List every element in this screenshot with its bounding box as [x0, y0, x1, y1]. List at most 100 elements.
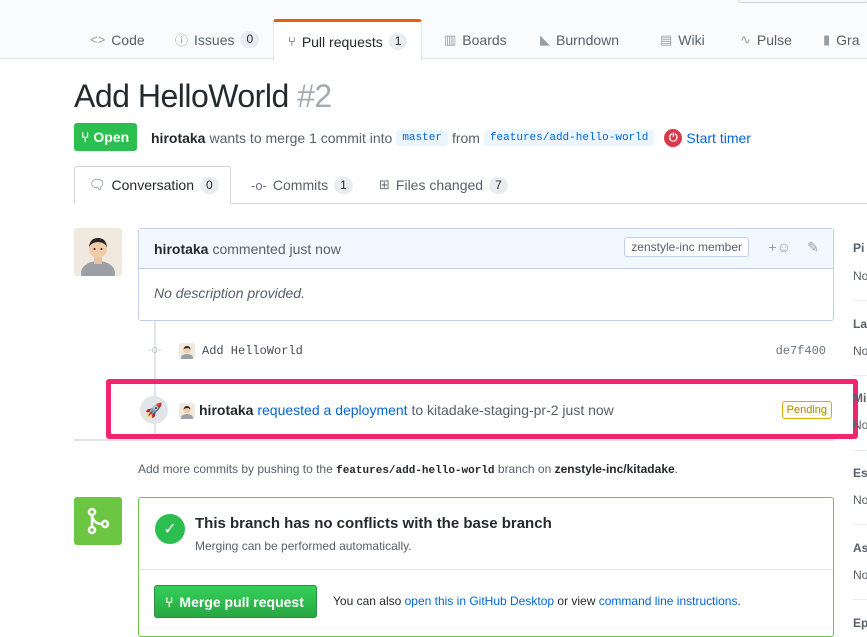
power-icon: ⏻	[664, 129, 683, 147]
boards-icon: ▥	[444, 31, 457, 47]
wiki-icon: ▤	[660, 31, 673, 47]
sidebar-heading[interactable]: La	[853, 317, 867, 331]
tab-burndown[interactable]: ◣ Burndown	[526, 19, 633, 60]
sidebar-divider	[853, 375, 867, 376]
repo-nav: <> Code ⓘ Issues 0 ⑂ Pull requests 1 ▥ B…	[0, 0, 867, 61]
commit-row: -o- Add HelloWorld de7f400	[146, 341, 836, 361]
merge-heading: This branch has no conflicts with the ba…	[195, 515, 552, 532]
tab-files-changed[interactable]: ⊞ Files changed 7	[365, 166, 522, 204]
tab-files-changed-label: Files changed	[395, 177, 484, 193]
tab-conversation-label: Conversation	[111, 177, 195, 193]
sidebar-divider	[853, 599, 867, 600]
tab-code[interactable]: <> Code	[76, 19, 159, 60]
tab-wiki-label: Wiki	[678, 31, 705, 48]
hint-repo: zenstyle-inc/kitadake	[554, 462, 675, 476]
merge-subtext: Merging can be performed automatically.	[195, 539, 412, 553]
tab-pull-requests-label: Pull requests	[301, 33, 383, 50]
add-more-commits-hint: Add more commits by pushing to the featu…	[138, 462, 678, 477]
merge-status-icon	[74, 497, 122, 545]
pr-number: #2	[297, 78, 332, 114]
check-icon: ✓	[155, 514, 185, 544]
commit-avatar-image	[179, 343, 195, 359]
pr-author[interactable]: hirotaka	[151, 130, 205, 146]
sidebar-heading[interactable]: Pi	[853, 241, 864, 255]
pull-request-icon: ⑂	[288, 34, 296, 49]
commit-avatar[interactable]	[179, 343, 195, 359]
sidebar-value: No	[853, 568, 867, 582]
sidebar-value: No	[853, 493, 867, 507]
tab-issues[interactable]: ⓘ Issues 0	[161, 19, 273, 60]
sidebar-heading[interactable]: Es	[853, 466, 867, 480]
sidebar-heading[interactable]: As	[853, 541, 867, 555]
hint-prefix: Add more commits by pushing to the	[138, 462, 333, 476]
graph-icon: ▮	[823, 31, 831, 47]
also-middle: or view	[557, 594, 596, 608]
also-suffix: .	[737, 594, 741, 608]
tab-conversation[interactable]: 🗨 Conversation 0	[74, 166, 231, 204]
head-branch[interactable]: features/add-hello-world	[483, 130, 655, 146]
tab-code-label: Code	[111, 31, 145, 48]
hint-middle: branch on	[497, 462, 552, 476]
tab-graphs-label: Gra	[836, 31, 860, 48]
highlight-box	[106, 379, 858, 439]
conversation-icon: 🗨	[89, 177, 106, 192]
start-timer-label: Start timer	[686, 130, 751, 146]
pull-requests-count: 1	[388, 33, 408, 50]
issues-count: 0	[240, 31, 260, 48]
git-merge-icon: ⑂	[165, 593, 174, 610]
start-timer-button[interactable]: ⏻ Start timer	[664, 129, 751, 147]
git-merge-icon	[87, 507, 110, 535]
open-desktop-link[interactable]: open this in GitHub Desktop	[405, 594, 554, 608]
timeline-divider	[74, 439, 834, 441]
comment-header: hirotaka commented just now zenstyle-inc…	[139, 229, 833, 269]
tab-graphs[interactable]: ▮ Gra	[809, 19, 867, 60]
header-button[interactable]	[738, 0, 867, 3]
pr-merge-text: wants to merge 1 commit into	[209, 130, 393, 146]
merge-box: ✓ This branch has no conflicts with the …	[138, 497, 834, 637]
sidebar-heading[interactable]: Ep	[853, 616, 867, 630]
tab-boards-label: Boards	[462, 31, 507, 48]
tab-pulse-label: Pulse	[756, 31, 792, 48]
sidebar-value: No	[853, 344, 867, 358]
hint-suffix: .	[674, 462, 679, 476]
merge-alternatives: You can also open this in GitHub Desktop…	[333, 594, 741, 608]
tab-wiki[interactable]: ▤ Wiki	[646, 19, 719, 60]
comment-action: commented just now	[212, 240, 341, 257]
avatar-image	[74, 228, 122, 276]
commit-sha[interactable]: de7f400	[776, 344, 826, 358]
tab-commits-label: Commits	[272, 177, 329, 193]
tab-pull-requests[interactable]: ⑂ Pull requests 1	[273, 19, 423, 61]
comment-author[interactable]: hirotaka	[154, 241, 208, 257]
member-badge: zenstyle-inc member	[624, 237, 749, 257]
command-line-link[interactable]: command line instructions	[599, 594, 738, 608]
also-prefix: You can also	[333, 594, 402, 608]
discussion-sidebar: Pi No La No Mi No Es No As No Ep	[853, 228, 867, 637]
code-icon: <>	[90, 32, 106, 47]
add-reaction-icon[interactable]: +☺	[769, 239, 791, 255]
files-changed-count: 7	[489, 176, 508, 194]
comment-box: hirotaka commented just now zenstyle-inc…	[138, 228, 834, 321]
commit-icon: -o-	[251, 177, 267, 193]
pencil-icon[interactable]: ✎	[807, 239, 819, 256]
tab-boards[interactable]: ▥ Boards	[430, 19, 521, 60]
pr-state-label: Open	[93, 129, 130, 145]
sidebar-divider	[853, 524, 867, 525]
pr-title-text: Add HelloWorld	[74, 78, 289, 114]
avatar[interactable]	[74, 228, 122, 276]
tab-commits[interactable]: -o- Commits 1	[237, 166, 367, 204]
tab-pulse[interactable]: ∿ Pulse	[726, 19, 806, 60]
merge-status: ✓ This branch has no conflicts with the …	[139, 498, 833, 570]
sidebar-heading[interactable]: Mi	[853, 391, 866, 405]
pr-state-badge: ⑂ Open	[74, 123, 138, 151]
sidebar-value: No	[853, 269, 867, 283]
pulse-icon: ∿	[740, 31, 751, 47]
base-branch[interactable]: master	[396, 130, 448, 146]
commit-icon: -o-	[148, 344, 162, 356]
pr-title: Add HelloWorld #2	[74, 78, 332, 115]
sidebar-divider	[853, 300, 867, 301]
sidebar-divider	[853, 450, 867, 451]
merge-pull-request-button[interactable]: ⑂ Merge pull request	[154, 585, 317, 618]
diff-icon: ⊞	[379, 177, 390, 192]
hint-branch: features/add-hello-world	[336, 465, 495, 477]
commit-message[interactable]: Add HelloWorld	[202, 344, 303, 358]
